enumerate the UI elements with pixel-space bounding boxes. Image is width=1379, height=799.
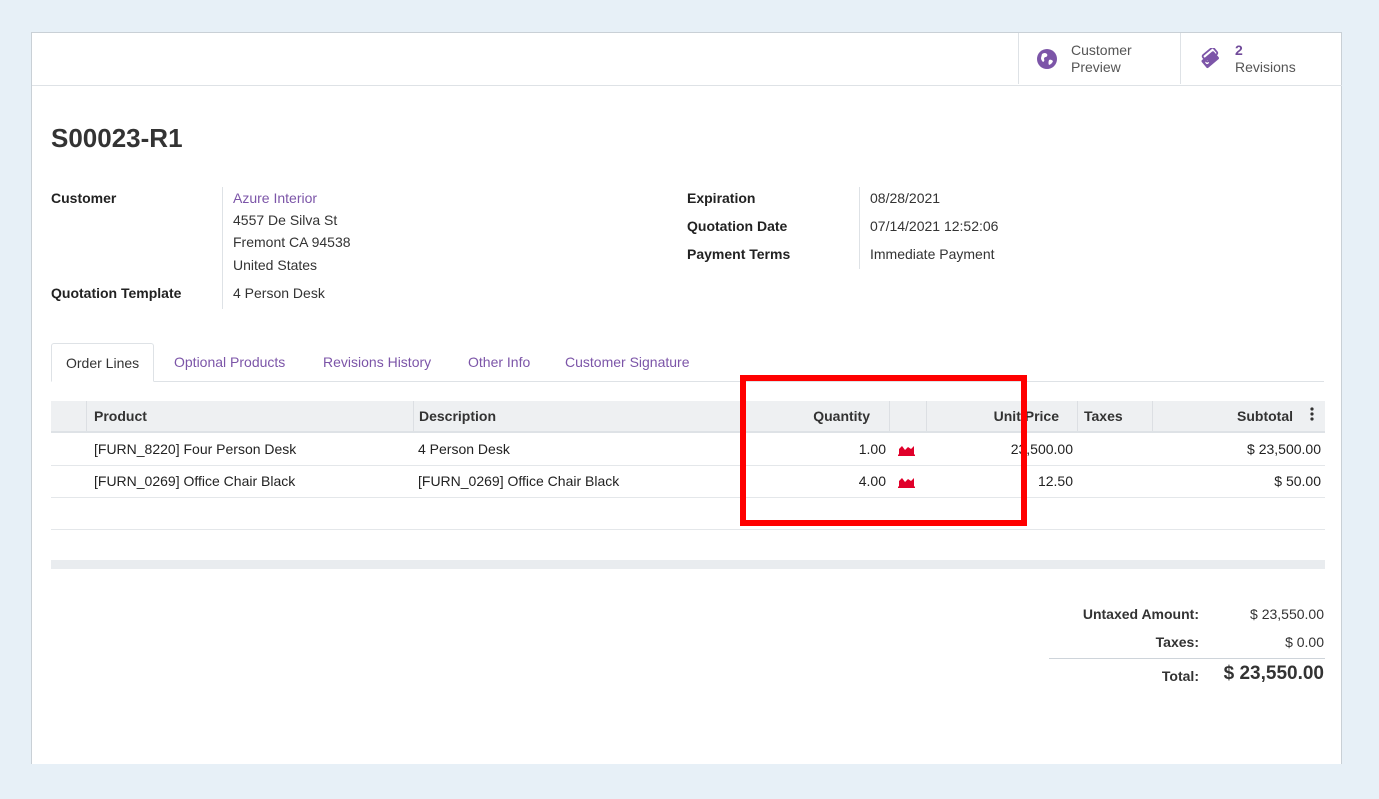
cell-description: 4 Person Desk (418, 441, 510, 457)
customer-label: Customer (51, 190, 117, 206)
cell-quantity: 4.00 (858, 473, 886, 489)
table-row[interactable]: [FURN_8220] Four Person Desk 4 Person De… (51, 434, 1325, 466)
notebook-tabs: Order Lines Optional Products Revisions … (51, 343, 1324, 382)
total-value: $ 23,550.00 (1223, 663, 1324, 684)
cell-unit-price: 12.50 (1037, 473, 1073, 489)
tab-optional-products[interactable]: Optional Products (160, 343, 299, 381)
field-separator (859, 187, 860, 269)
cell-description: [FURN_0269] Office Chair Black (418, 473, 620, 489)
column-separator (889, 401, 890, 431)
expiration-value[interactable]: 08/28/2021 (870, 190, 940, 206)
column-separator (1077, 401, 1078, 431)
expiration-label: Expiration (687, 190, 756, 206)
column-separator (86, 401, 87, 431)
revisions-button[interactable]: 2 Revisions (1180, 33, 1342, 84)
quotation-template-label: Quotation Template (51, 285, 182, 301)
tag-icon (1199, 47, 1223, 71)
totals-divider (1049, 658, 1325, 659)
taxes-label: Taxes: (1155, 634, 1199, 650)
taxes-value: $ 0.00 (1285, 634, 1324, 650)
customer-preview-button[interactable]: Customer Preview (1018, 33, 1180, 84)
tab-order-lines[interactable]: Order Lines (51, 343, 155, 382)
cell-unit-price: 23,500.00 (1010, 441, 1073, 457)
tab-revisions-history[interactable]: Revisions History (309, 343, 445, 381)
column-separator (1152, 401, 1153, 431)
area-chart-icon[interactable] (892, 466, 915, 497)
column-separator (741, 401, 742, 431)
table-row[interactable]: [FURN_0269] Office Chair Black [FURN_026… (51, 466, 1325, 498)
preview-label-1: Customer (1071, 41, 1132, 58)
table-header: Product Description Quantity Unit Price … (51, 401, 1325, 433)
payment-terms-value[interactable]: Immediate Payment (870, 246, 995, 262)
quotation-template-value[interactable]: 4 Person Desk (233, 285, 325, 301)
cell-quantity: 1.00 (858, 441, 886, 457)
table-row-empty[interactable] (51, 498, 1325, 530)
column-separator (926, 401, 927, 431)
address-line-3: United States (233, 257, 318, 273)
total-label: Total: (1161, 668, 1199, 684)
column-separator (413, 401, 414, 431)
cell-product: [FURN_8220] Four Person Desk (94, 441, 297, 457)
preview-label-2: Preview (1071, 58, 1121, 75)
untaxed-amount-value: $ 23,550.00 (1250, 606, 1324, 622)
cell-subtotal: $ 50.00 (1274, 473, 1321, 489)
address-line-1: 4557 De Silva St (233, 212, 338, 228)
cell-product: [FURN_0269] Office Chair Black (94, 473, 296, 489)
record-title: S00023-R1 (51, 123, 183, 153)
tab-customer-signature[interactable]: Customer Signature (551, 343, 704, 381)
form-sheet: Customer Preview 2 Revisions S00023-R1 C… (31, 32, 1342, 764)
cell-subtotal: $ 23,500.00 (1247, 441, 1321, 457)
untaxed-amount-label: Untaxed Amount: (1082, 606, 1199, 622)
column-header-quantity[interactable]: Quantity (751, 401, 870, 431)
quotation-date-label: Quotation Date (687, 218, 788, 234)
revisions-label: Revisions (1235, 58, 1296, 75)
button-box: Customer Preview 2 Revisions (32, 33, 1342, 86)
column-header-taxes[interactable]: Taxes (1084, 401, 1123, 431)
vertical-ellipsis-icon[interactable] (1306, 401, 1318, 431)
payment-terms-label: Payment Terms (687, 246, 791, 262)
area-chart-icon[interactable] (892, 434, 915, 465)
globe-icon (1035, 47, 1059, 71)
address-line-2: Fremont CA 94538 (233, 234, 351, 250)
column-header-product[interactable]: Product (94, 401, 147, 431)
column-header-unit-price[interactable]: Unit Price (931, 401, 1059, 431)
quotation-date-value[interactable]: 07/14/2021 12:52:06 (870, 218, 998, 234)
field-separator (222, 187, 223, 309)
tab-other-info[interactable]: Other Info (454, 343, 544, 381)
revisions-count: 2 (1235, 41, 1243, 58)
table-scrollbar[interactable] (51, 560, 1325, 569)
customer-link[interactable]: Azure Interior (233, 190, 317, 206)
column-header-description[interactable]: Description (419, 401, 496, 431)
column-header-subtotal[interactable]: Subtotal (1161, 401, 1293, 431)
